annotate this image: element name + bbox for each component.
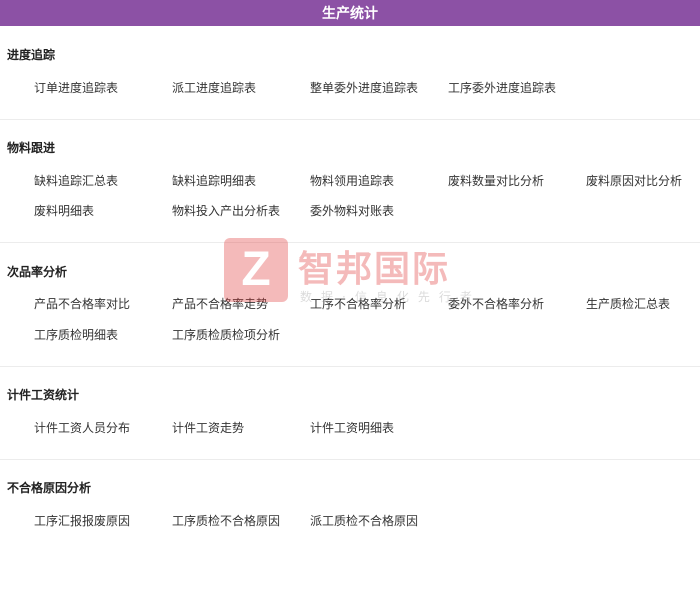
section-links: 产品不合格率对比 产品不合格率走势 工序不合格率分析 委外不合格率分析 生产质检… xyxy=(34,297,700,377)
link-order-progress[interactable]: 订单进度追踪表 xyxy=(34,81,118,95)
divider xyxy=(0,366,700,367)
watermark-logo-icon: Z xyxy=(224,238,288,302)
link-shortage-detail[interactable]: 缺料追踪明细表 xyxy=(172,174,256,188)
watermark-slogan: 数据·信息化先行者 xyxy=(300,290,481,304)
watermark: Z 智邦国际 数据·信息化先行者 xyxy=(224,238,514,308)
link-process-scrap-reasons[interactable]: 工序汇报报废原因 xyxy=(34,514,130,528)
section-links: 计件工资人员分布 计件工资走势 计件工资明细表 xyxy=(34,421,700,501)
link-outsource-material-reconcile[interactable]: 委外物料对账表 xyxy=(310,204,394,218)
section-links: 订单进度追踪表 派工进度追踪表 整单委外进度追踪表 工序委外进度追踪表 xyxy=(34,81,700,161)
link-dispatch-progress[interactable]: 派工进度追踪表 xyxy=(172,81,256,95)
link-scrap-reason-compare[interactable]: 废料原因对比分析 xyxy=(586,174,682,188)
link-process-qc-item-analysis[interactable]: 工序质检质检项分析 xyxy=(172,328,280,342)
link-scrap-detail[interactable]: 废料明细表 xyxy=(34,204,94,218)
link-material-input-output[interactable]: 物料投入产出分析表 xyxy=(172,204,280,218)
section-title: 计件工资统计 xyxy=(7,388,80,402)
link-product-defect-compare[interactable]: 产品不合格率对比 xyxy=(34,297,130,311)
link-shortage-summary[interactable]: 缺料追踪汇总表 xyxy=(34,174,118,188)
section-title: 不合格原因分析 xyxy=(7,481,92,495)
section-title: 物料跟进 xyxy=(7,141,56,155)
page-title: 生产统计 xyxy=(322,6,378,22)
link-dispatch-qc-fail-reasons[interactable]: 派工质检不合格原因 xyxy=(310,514,418,528)
link-production-qc-summary[interactable]: 生产质检汇总表 xyxy=(586,297,670,311)
link-process-qc-detail[interactable]: 工序质检明细表 xyxy=(34,328,118,342)
link-scrap-quantity-compare[interactable]: 废料数量对比分析 xyxy=(448,174,544,188)
section-title: 次品率分析 xyxy=(7,265,68,279)
section-title: 进度追踪 xyxy=(7,48,56,62)
link-process-outsource-progress[interactable]: 工序委外进度追踪表 xyxy=(448,81,556,95)
link-wage-detail[interactable]: 计件工资明细表 xyxy=(310,421,394,435)
section-links: 工序汇报报废原因 工序质检不合格原因 派工质检不合格原因 xyxy=(34,514,700,594)
link-material-requisition[interactable]: 物料领用追踪表 xyxy=(310,174,394,188)
divider xyxy=(0,459,700,460)
link-process-qc-fail-reasons[interactable]: 工序质检不合格原因 xyxy=(172,514,280,528)
page-title-bar: 生产统计 xyxy=(0,0,700,26)
watermark-name: 智邦国际 xyxy=(298,249,451,290)
divider xyxy=(0,119,700,120)
watermark-logo-letter: Z xyxy=(241,243,271,296)
link-wage-trend[interactable]: 计件工资走势 xyxy=(172,421,244,435)
link-whole-outsource-progress[interactable]: 整单委外进度追踪表 xyxy=(310,81,418,95)
link-wage-staff-distribution[interactable]: 计件工资人员分布 xyxy=(34,421,130,435)
